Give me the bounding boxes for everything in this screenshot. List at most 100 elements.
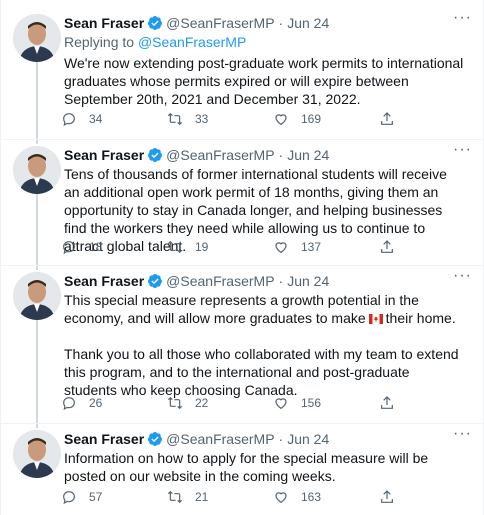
divider	[1, 423, 483, 424]
tweet-text-paragraph-2: Thank you to all those who collaborated …	[64, 346, 459, 398]
share-icon	[381, 490, 393, 503]
more-icon[interactable]: ···	[453, 268, 471, 290]
reply-button[interactable]: 34	[61, 110, 102, 128]
tweet-3[interactable]: Sean Fraser @SeanFraserMP · Jun 24 ··· T…	[1, 268, 483, 422]
share-button[interactable]	[379, 394, 407, 412]
tweet-text-part: economy, and will allow more graduates t…	[64, 310, 366, 326]
divider	[1, 265, 483, 266]
tweet-header: Sean Fraser @SeanFraserMP · Jun 24	[64, 430, 329, 448]
verified-badge-icon	[148, 16, 163, 30]
like-count: 169	[301, 112, 322, 126]
share-icon	[381, 112, 393, 125]
retweet-count: 22	[195, 396, 209, 410]
share-icon	[381, 396, 393, 409]
verified-badge-icon	[148, 432, 163, 446]
author-handle[interactable]: @SeanFraserMP	[166, 273, 274, 289]
more-icon[interactable]: ···	[453, 426, 471, 448]
separator-dot: ·	[278, 273, 284, 289]
reply-button[interactable]: 26	[61, 394, 102, 412]
reply-button[interactable]: 57	[61, 488, 102, 506]
tweet-text: This special measure represents a growth…	[64, 291, 464, 399]
like-button[interactable]: 137	[273, 238, 321, 256]
retweet-count: 21	[195, 490, 209, 504]
like-count: 137	[301, 240, 322, 254]
author-handle[interactable]: @SeanFraserMP	[166, 15, 274, 31]
replying-to: Replying to @SeanFraserMP	[64, 34, 246, 50]
share-button[interactable]	[379, 110, 407, 128]
divider	[1, 139, 483, 140]
more-icon[interactable]: ···	[453, 142, 471, 164]
like-button[interactable]: 156	[273, 394, 321, 412]
like-count: 163	[301, 490, 322, 504]
like-icon	[275, 398, 287, 410]
reply-count: 57	[89, 490, 103, 504]
tweet-1[interactable]: Sean Fraser @SeanFraserMP · Jun 24 ··· R…	[1, 10, 483, 139]
retweet-button[interactable]: 19	[167, 238, 208, 256]
like-icon	[275, 114, 287, 126]
reply-icon	[63, 241, 75, 255]
canada-flag-icon	[368, 314, 383, 324]
separator-dot: ·	[278, 15, 284, 31]
tweet-date[interactable]: Jun 24	[287, 431, 329, 447]
verified-badge-icon	[148, 148, 163, 162]
more-icon[interactable]: ···	[453, 10, 471, 32]
retweet-button[interactable]: 21	[167, 488, 208, 506]
share-icon	[381, 240, 393, 253]
share-button[interactable]	[379, 238, 407, 256]
tweet-header: Sean Fraser @SeanFraserMP · Jun 24	[64, 14, 329, 32]
separator-dot: ·	[278, 147, 284, 163]
like-icon	[275, 492, 287, 504]
tweet-2[interactable]: Sean Fraser @SeanFraserMP · Jun 24 ··· T…	[1, 142, 483, 266]
like-icon	[275, 242, 287, 254]
like-button[interactable]: 169	[273, 110, 321, 128]
reply-icon	[63, 397, 75, 411]
replying-label: Replying to	[64, 34, 138, 50]
reply-icon	[63, 491, 75, 505]
tweet-date[interactable]: Jun 24	[287, 147, 329, 163]
verified-badge-icon	[148, 274, 163, 288]
retweet-icon	[167, 240, 183, 254]
tweet-header: Sean Fraser @SeanFraserMP · Jun 24	[64, 146, 329, 164]
separator-dot: ·	[278, 431, 284, 447]
like-button[interactable]: 163	[273, 488, 321, 506]
retweet-icon	[167, 490, 183, 504]
replying-handle-link[interactable]: @SeanFraserMP	[138, 34, 246, 50]
tweet-actions: 26 22 156	[61, 394, 421, 412]
author-handle[interactable]: @SeanFraserMP	[166, 431, 274, 447]
retweet-count: 19	[195, 240, 209, 254]
tweet-text: Information on how to apply for the spec…	[64, 449, 464, 485]
avatar[interactable]	[13, 430, 61, 478]
author-name[interactable]: Sean Fraser	[64, 431, 144, 447]
tweet-actions: 57 21 163	[61, 488, 421, 506]
reply-icon	[63, 113, 75, 127]
retweet-icon	[167, 396, 183, 410]
tweet-text-paragraph-1: This special measure represents a growth…	[64, 291, 464, 327]
retweet-icon	[167, 112, 183, 126]
retweet-button[interactable]: 33	[167, 110, 208, 128]
tweet-header: Sean Fraser @SeanFraserMP · Jun 24	[64, 272, 329, 290]
like-count: 156	[301, 396, 322, 410]
avatar[interactable]	[13, 14, 61, 62]
author-handle[interactable]: @SeanFraserMP	[166, 147, 274, 163]
reply-count: 18	[89, 240, 103, 254]
retweet-count: 33	[195, 112, 209, 126]
avatar[interactable]	[13, 146, 61, 194]
tweet-date[interactable]: Jun 24	[287, 15, 329, 31]
tweet-actions: 18 19 137	[61, 238, 421, 256]
avatar[interactable]	[13, 272, 61, 320]
tweet-text-body: We're now extending post-graduate work p…	[64, 55, 464, 107]
tweet-4[interactable]: Sean Fraser @SeanFraserMP · Jun 24 ··· I…	[1, 426, 483, 515]
tweet-text-part: their home.	[385, 310, 456, 326]
tweet-text-body: Information on how to apply for the spec…	[64, 450, 429, 484]
retweet-button[interactable]: 22	[167, 394, 208, 412]
reply-button[interactable]: 18	[61, 238, 102, 256]
tweet-date[interactable]: Jun 24	[287, 273, 329, 289]
tweet-actions: 34 33 169	[61, 110, 421, 128]
author-name[interactable]: Sean Fraser	[64, 15, 144, 31]
author-name[interactable]: Sean Fraser	[64, 147, 144, 163]
tweet-thread: Sean Fraser @SeanFraserMP · Jun 24 ··· R…	[0, 0, 484, 515]
author-name[interactable]: Sean Fraser	[64, 273, 144, 289]
share-button[interactable]	[379, 488, 407, 506]
tweet-text-part: This special measure represents a growth…	[64, 292, 419, 308]
reply-count: 34	[89, 112, 103, 126]
